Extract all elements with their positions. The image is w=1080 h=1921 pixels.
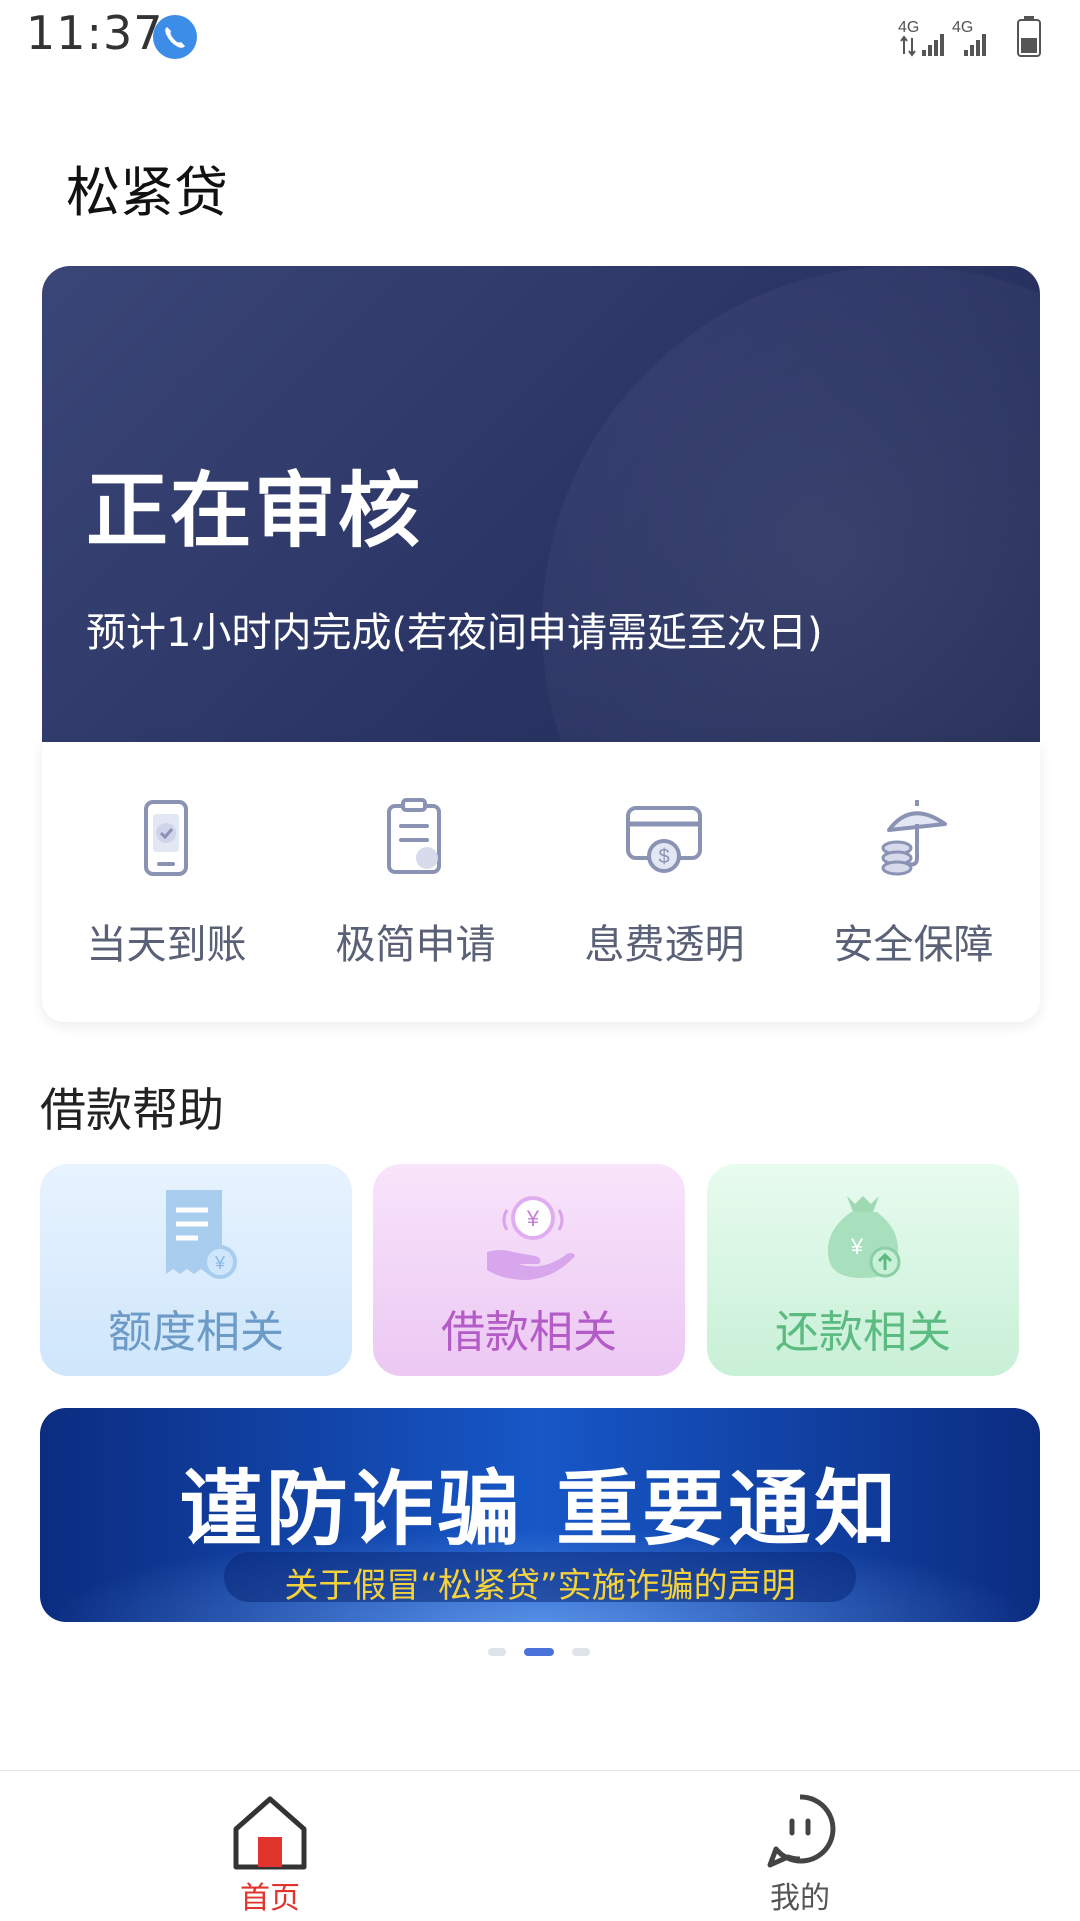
moneybag-up-icon: ¥ (827, 1196, 901, 1278)
umbrella-coins-icon (881, 800, 947, 876)
carousel-dot (572, 1648, 590, 1656)
banner-title: 谨防诈骗 重要通知 (179, 1462, 901, 1557)
help-repay-button[interactable]: ¥ 还款相关 (707, 1164, 1019, 1376)
help-quota-label: 额度相关 (108, 1307, 284, 1358)
app-title: 松紧贷 (66, 161, 228, 224)
profile-face-icon (767, 1794, 836, 1868)
review-status-subtitle: 预计1小时内完成(若夜间申请需延至次日) (86, 610, 823, 656)
svg-text:¥: ¥ (850, 1234, 864, 1259)
card-dollar-icon: $ (626, 806, 702, 873)
feature-label: 息费透明 (584, 922, 745, 968)
anti-fraud-banner[interactable]: 谨防诈骗 重要通知 关于假冒“松紧贷”实施诈骗的声明 (40, 1408, 1040, 1622)
hand-yen-icon: ¥ (487, 1196, 575, 1280)
nav-mine[interactable]: 我的 (700, 1771, 900, 1921)
bottom-nav: 首页 我的 (0, 1770, 1080, 1921)
signal-battery-icon: 4G 4G (898, 16, 1041, 57)
feature-transparent-fees: $ 息费透明 (540, 742, 789, 1022)
banner-subtitle: 关于假冒“松紧贷”实施诈骗的声明 (284, 1566, 796, 1606)
document-icon (387, 798, 441, 874)
feature-simple-apply: 极简申请 (291, 742, 540, 1022)
feature-same-day: 当天到账 (42, 742, 291, 1022)
loan-help-title: 借款帮助 (40, 1083, 224, 1137)
home-icon (233, 1796, 307, 1870)
feature-security: 安全保障 (789, 742, 1038, 1022)
svg-text:¥: ¥ (214, 1253, 226, 1273)
feature-label: 安全保障 (833, 922, 994, 968)
nav-home[interactable]: 首页 (170, 1771, 370, 1921)
svg-text:$: $ (658, 846, 669, 868)
nav-home-label: 首页 (240, 1881, 300, 1916)
help-quota-button[interactable]: ¥ 额度相关 (40, 1164, 352, 1376)
receipt-yen-icon: ¥ (166, 1190, 237, 1279)
feature-card: 当天到账 极简申请 $ 息费透明 安全保障 (42, 742, 1040, 1022)
review-status-title: 正在审核 (86, 464, 423, 559)
feature-label: 当天到账 (86, 922, 247, 968)
carousel-dot-active (524, 1648, 554, 1656)
status-time: 11:37 (26, 6, 164, 60)
help-repay-label: 还款相关 (775, 1307, 951, 1358)
feature-label: 极简申请 (335, 922, 496, 968)
hero-decoration (542, 266, 1040, 742)
carousel-indicator (488, 1648, 592, 1658)
phone-call-icon (153, 15, 197, 59)
network-label-2: 4G (952, 19, 973, 36)
svg-text:¥: ¥ (526, 1206, 540, 1231)
help-loan-button[interactable]: ¥ 借款相关 (373, 1164, 685, 1376)
nav-mine-label: 我的 (770, 1881, 830, 1916)
carousel-dot (488, 1648, 506, 1656)
help-loan-label: 借款相关 (441, 1307, 617, 1358)
phone-check-icon (144, 800, 188, 876)
review-status-card: 正在审核 预计1小时内完成(若夜间申请需延至次日) (42, 266, 1040, 742)
network-label-1: 4G (898, 19, 919, 36)
status-bar: 11:37 4G 4G (0, 0, 1080, 72)
